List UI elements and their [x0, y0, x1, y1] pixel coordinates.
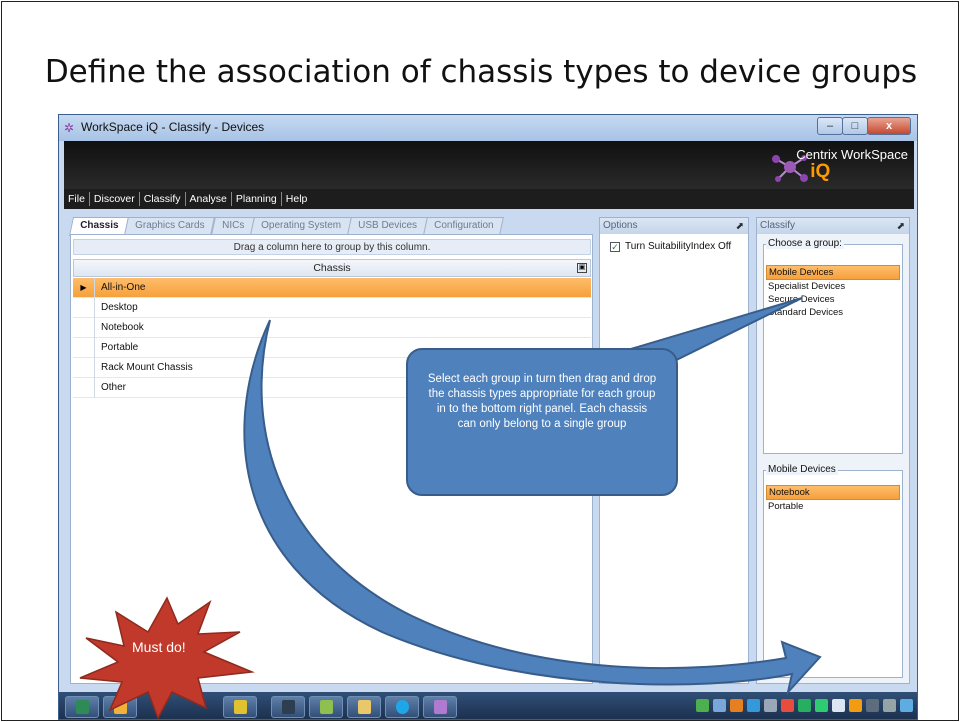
instruction-callout: Select each group in turn then drag and … — [406, 348, 678, 496]
starburst-shape — [79, 596, 255, 720]
slide: Define the association of chassis types … — [1, 1, 959, 721]
must-do-label: Must do! — [132, 639, 186, 655]
